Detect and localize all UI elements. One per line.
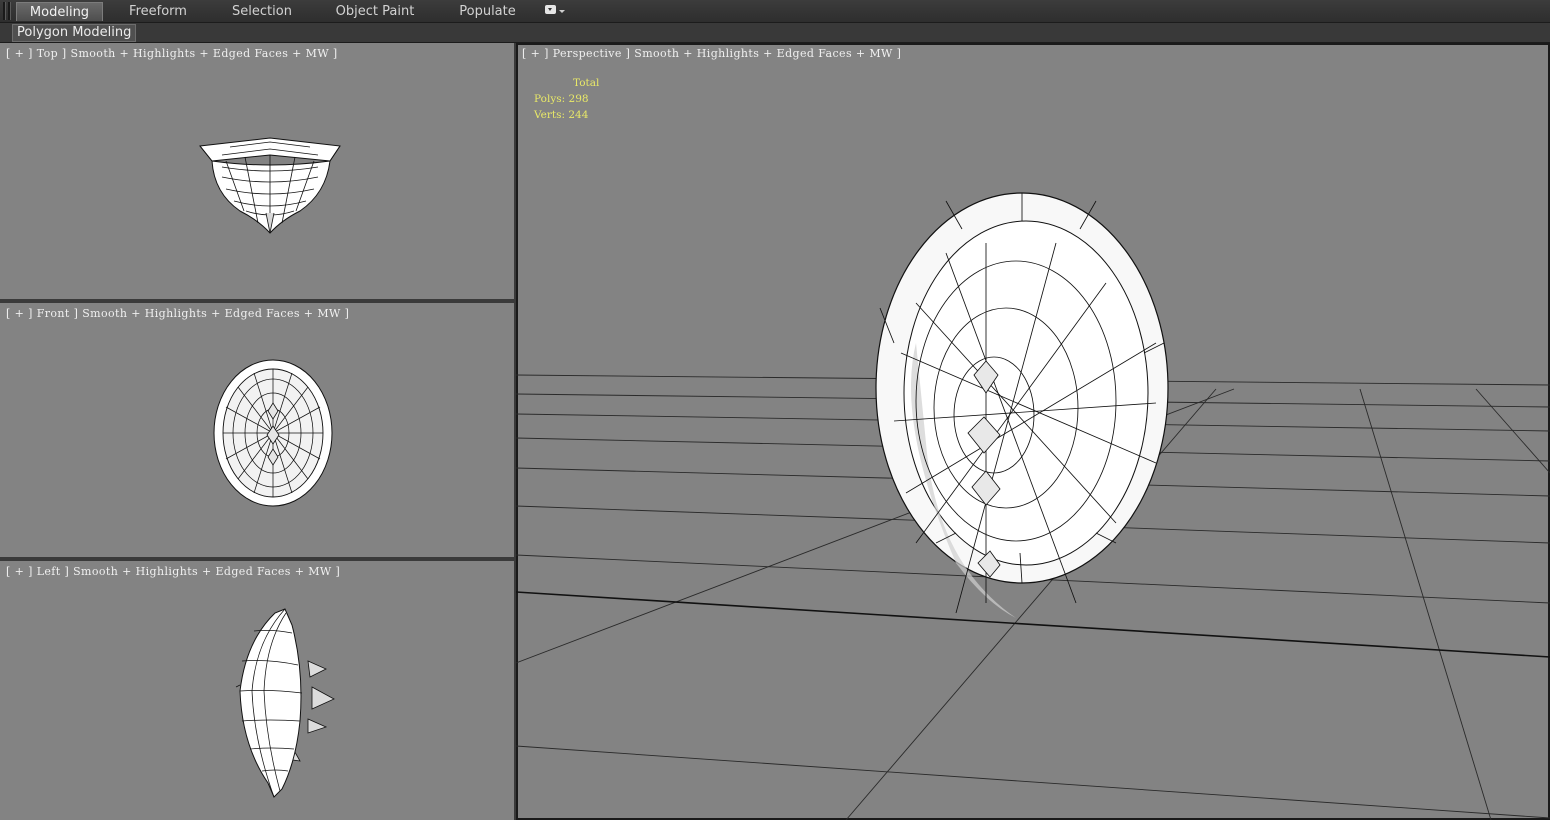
perspective-view-scene: [516, 192, 1550, 820]
tab-modeling[interactable]: Modeling: [16, 2, 103, 21]
stats-header: Total: [573, 77, 600, 89]
stats-verts: Verts: 244: [534, 109, 589, 121]
left-view-mesh: [235, 608, 335, 798]
tab-selection[interactable]: Selection: [222, 2, 302, 21]
tab-freeform[interactable]: Freeform: [116, 2, 200, 21]
ribbon-grip[interactable]: [3, 2, 6, 20]
viewport-perspective[interactable]: [ + ] Perspective ] Smooth + Highlights …: [516, 43, 1550, 820]
viewport-front[interactable]: [ + ] Front ] Smooth + Highlights + Edge…: [0, 303, 514, 557]
viewport-splitter-horizontal[interactable]: [0, 299, 514, 303]
polygon-modeling-panel-toggle[interactable]: Polygon Modeling: [12, 24, 137, 42]
tab-object-paint[interactable]: Object Paint: [328, 2, 422, 21]
front-view-mesh: [213, 359, 333, 507]
viewport-front-label[interactable]: [ + ] Front ] Smooth + Highlights + Edge…: [6, 307, 349, 320]
viewport-left[interactable]: [ + ] Left ] Smooth + Highlights + Edged…: [0, 561, 514, 820]
ribbon-options-dropdown[interactable]: [540, 4, 570, 19]
stats-polys: Polys: 298: [534, 93, 589, 105]
viewport-splitter-vertical[interactable]: [514, 43, 516, 820]
viewport-splitter-horizontal[interactable]: [0, 557, 514, 561]
viewport-top[interactable]: [ + ] Top ] Smooth + Highlights + Edged …: [0, 43, 514, 299]
ribbon-panel-row: Polygon Modeling: [0, 23, 1550, 43]
ribbon-grip[interactable]: [8, 2, 11, 20]
ribbon-tab-bar: Modeling Freeform Selection Object Paint…: [0, 0, 1550, 23]
ribbon-options-icon: [545, 5, 556, 14]
top-view-mesh: [199, 137, 341, 234]
chevron-down-icon: [559, 10, 565, 13]
viewport-top-label[interactable]: [ + ] Top ] Smooth + Highlights + Edged …: [6, 47, 338, 60]
tab-populate[interactable]: Populate: [450, 2, 525, 21]
perspective-mask-mesh: [875, 192, 1169, 618]
viewport-left-label[interactable]: [ + ] Left ] Smooth + Highlights + Edged…: [6, 565, 340, 578]
viewport-perspective-label[interactable]: [ + ] Perspective ] Smooth + Highlights …: [522, 47, 901, 60]
scene-statistics: Total Polys: 298 Verts: 244: [534, 75, 599, 123]
